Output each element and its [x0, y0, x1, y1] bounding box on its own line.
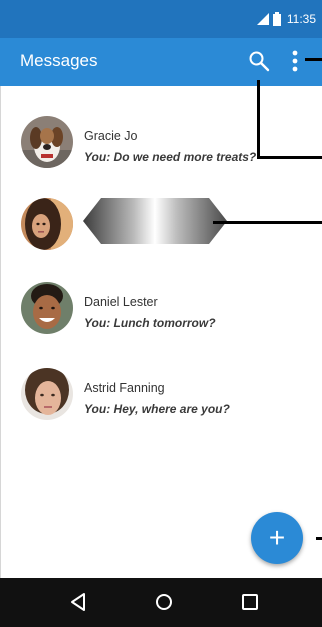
battery-icon — [272, 12, 281, 26]
avatar — [21, 198, 73, 250]
callout-line-search-horizontal — [257, 156, 322, 159]
recents-icon[interactable] — [238, 590, 262, 614]
list-item[interactable] — [21, 198, 311, 254]
callout-line-search-vertical — [257, 80, 260, 159]
conversation-list: Gracie Jo You: Do we need more treats? D… — [0, 86, 322, 578]
status-icons: 11:35 — [256, 0, 316, 38]
search-icon[interactable] — [248, 50, 270, 72]
message-snippet: You: Hey, where are you? — [84, 402, 230, 416]
callout-line-redaction — [213, 221, 322, 224]
message-snippet: You: Lunch tomorrow? — [84, 316, 216, 330]
app-bar: Messages — [0, 38, 322, 86]
contact-name: Astrid Fanning — [84, 381, 165, 395]
list-item[interactable]: Gracie Jo You: Do we need more treats? — [21, 116, 311, 172]
redaction-overlay — [83, 198, 227, 244]
avatar — [21, 368, 73, 420]
add-icon: + — [268, 522, 286, 553]
list-item[interactable]: Daniel Lester You: Lunch tomorrow? — [21, 282, 311, 338]
callout-line-fab — [316, 537, 322, 540]
navigation-bar — [0, 578, 322, 627]
back-icon[interactable] — [66, 590, 90, 614]
avatar — [21, 116, 73, 168]
contact-name: Daniel Lester — [84, 295, 158, 309]
page-title: Messages — [20, 51, 98, 70]
callout-line-menu — [305, 58, 322, 61]
message-snippet: You: Do we need more treats? — [84, 150, 257, 164]
list-item[interactable]: Astrid Fanning You: Hey, where are you? — [21, 368, 311, 424]
new-message-button[interactable]: + — [251, 512, 303, 564]
overflow-menu-icon[interactable] — [290, 49, 300, 73]
signal-icon — [256, 13, 269, 25]
contact-name: Gracie Jo — [84, 129, 138, 143]
avatar — [21, 282, 73, 334]
home-icon[interactable] — [152, 590, 176, 614]
status-time: 11:35 — [286, 12, 316, 26]
status-bar: 11:35 — [0, 0, 322, 38]
